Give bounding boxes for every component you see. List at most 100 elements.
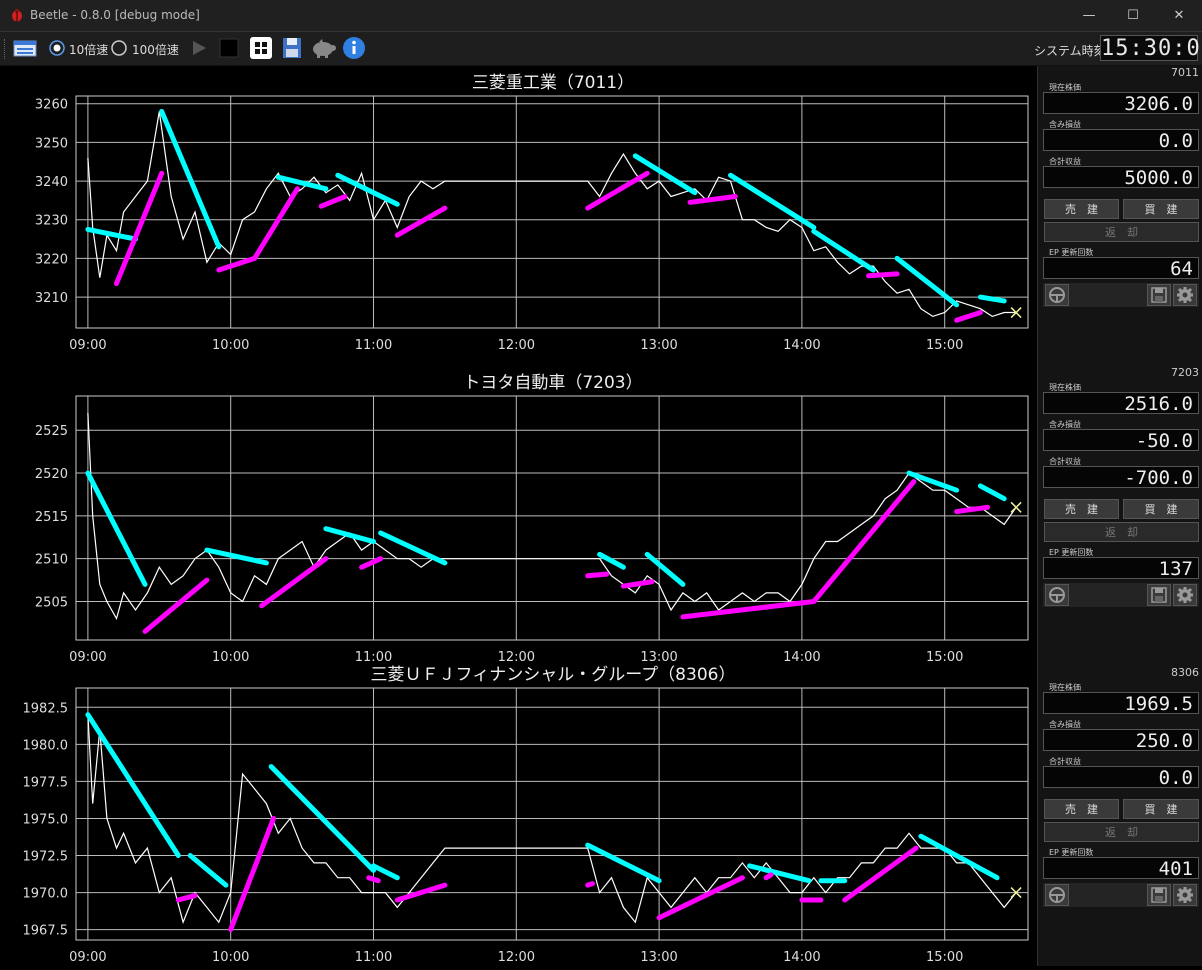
stock-chart: 09:00 10:00 11:00 12:00 13:00 14:00 15:00 2525 2… — [35, 373, 1029, 665]
buy-button[interactable]: 買 建 — [1123, 199, 1199, 219]
y-tick-label: 2515 — [35, 510, 68, 525]
x-tick-label: 11:00 — [355, 950, 392, 965]
unrealized-pnl-display: 250.0 — [1043, 729, 1199, 752]
y-tick-label: 3250 — [35, 136, 68, 151]
maximize-button[interactable]: ☐ — [1110, 0, 1156, 31]
total-profit-display: 5000.0 — [1043, 166, 1199, 189]
save-icon[interactable] — [1147, 584, 1171, 606]
y-tick-label: 3210 — [35, 291, 68, 306]
stock-chart: 09:00 10:00 11:00 12:00 13:00 14:00 15:00 1982.… — [23, 665, 1029, 965]
price-display: 1969.5 — [1043, 692, 1199, 715]
sell-button[interactable]: 売 建 — [1044, 799, 1119, 819]
x-tick-label: 10:00 — [212, 650, 249, 665]
save-icon[interactable] — [281, 36, 303, 60]
y-tick-label: 3240 — [35, 175, 68, 190]
steering-wheel-icon[interactable] — [1045, 884, 1069, 906]
play-icon[interactable] — [188, 36, 210, 60]
x-tick-label: 12:00 — [498, 650, 535, 665]
plot-frame — [75, 95, 1029, 329]
speed-10-label: 10倍速 — [69, 43, 109, 57]
stock-code: 8306 — [1171, 666, 1199, 679]
x-tick-label: 12:00 — [498, 950, 535, 965]
sell-button[interactable]: 売 建 — [1044, 199, 1119, 219]
piggy-bank-icon[interactable] — [310, 36, 338, 60]
grid-icon[interactable] — [249, 36, 273, 60]
repay-button[interactable]: 返 却 — [1044, 822, 1199, 842]
ep-update-count: 401 — [1043, 857, 1199, 880]
y-tick-label: 1977.5 — [23, 775, 69, 790]
buy-button[interactable]: 買 建 — [1123, 499, 1199, 519]
save-icon[interactable] — [1147, 884, 1171, 906]
close-button[interactable]: ✕ — [1156, 0, 1202, 31]
info-icon[interactable] — [342, 36, 366, 60]
price-display: 3206.0 — [1043, 92, 1199, 115]
trend-up-line — [585, 881, 595, 888]
repay-button[interactable]: 返 却 — [1044, 522, 1199, 542]
save-icon[interactable] — [1147, 284, 1171, 306]
total-profit-display: 0.0 — [1043, 766, 1199, 789]
steering-wheel-icon[interactable] — [1045, 284, 1069, 306]
y-tick-label: 3260 — [35, 98, 68, 113]
y-tick-label: 1972.5 — [23, 850, 69, 865]
buy-button[interactable]: 買 建 — [1123, 799, 1199, 819]
x-tick-label: 10:00 — [212, 338, 249, 353]
toolbar: 10倍速 100倍速 システム時刻 15:30:01 — [0, 32, 1202, 66]
speed-100-radio[interactable] — [110, 36, 128, 60]
repay-button[interactable]: 返 却 — [1044, 222, 1199, 242]
stock-code: 7203 — [1171, 366, 1199, 379]
gear-icon[interactable] — [1173, 584, 1197, 606]
ep-update-count: 137 — [1043, 557, 1199, 580]
plot-frame — [75, 687, 1029, 941]
x-tick-label: 14:00 — [783, 338, 820, 353]
x-tick-label: 15:00 — [926, 950, 963, 965]
trend-up-line — [585, 571, 610, 579]
trend-up-line — [763, 872, 774, 881]
stock-panel: 7203 現在株価 2516.0 含み損益 -50.0 合計収益 -700.0 … — [1038, 366, 1202, 626]
x-tick-label: 14:00 — [783, 950, 820, 965]
x-tick-label: 10:00 — [212, 950, 249, 965]
x-tick-label: 12:00 — [498, 338, 535, 353]
y-tick-label: 3220 — [35, 252, 68, 267]
toolbar-grip — [4, 39, 7, 59]
x-tick-label: 13:00 — [640, 950, 677, 965]
y-tick-label: 1967.5 — [23, 924, 69, 939]
x-tick-label: 09:00 — [69, 338, 106, 353]
window-layout-icon[interactable] — [12, 36, 38, 60]
chart-title: 三菱重工業（7011） — [472, 73, 634, 93]
trend-up-line — [866, 271, 900, 279]
x-tick-label: 11:00 — [355, 650, 392, 665]
chart-title: 三菱ＵＦＪフィナンシャル・グループ（8306） — [371, 665, 736, 685]
y-tick-label: 2505 — [35, 595, 68, 610]
stop-icon[interactable] — [218, 36, 240, 60]
unrealized-pnl-display: 0.0 — [1043, 129, 1199, 152]
gear-icon[interactable] — [1173, 284, 1197, 306]
y-tick-label: 1980.0 — [23, 738, 69, 753]
sell-button[interactable]: 売 建 — [1044, 499, 1119, 519]
system-time-display: 15:30:01 — [1100, 35, 1202, 61]
gear-icon[interactable] — [1173, 884, 1197, 906]
steering-wheel-icon[interactable] — [1045, 584, 1069, 606]
title-bar: Beetle - 0.8.0 [debug mode] — ☐ ✕ — [0, 0, 1202, 32]
unrealized-pnl-display: -50.0 — [1043, 429, 1199, 452]
minimize-button[interactable]: — — [1066, 0, 1112, 31]
beetle-icon — [12, 9, 22, 22]
y-tick-label: 1982.5 — [23, 701, 69, 716]
x-tick-label: 15:00 — [926, 650, 963, 665]
trend-up-line — [366, 875, 381, 884]
charts-svg: 09:00 10:00 11:00 12:00 13:00 14:00 15:00 3260 3… — [23, 73, 1029, 965]
stock-chart: 09:00 10:00 11:00 12:00 13:00 14:00 15:00 3260 3… — [35, 73, 1029, 353]
stock-panel: 8306 現在株価 1969.5 含み損益 250.0 合計収益 0.0 売 建… — [1038, 666, 1202, 926]
system-time-label: システム時刻 — [1034, 44, 1106, 58]
speed-10-radio[interactable] — [48, 36, 66, 60]
stock-code: 7011 — [1171, 66, 1199, 79]
charts-area: 09:00 10:00 11:00 12:00 13:00 14:00 15:00 3260 3… — [0, 66, 1036, 966]
price-display: 2516.0 — [1043, 392, 1199, 415]
speed-100-label: 100倍速 — [132, 43, 179, 57]
x-tick-label: 09:00 — [69, 650, 106, 665]
x-tick-label: 09:00 — [69, 950, 106, 965]
side-panel: 7011 現在株価 3206.0 含み損益 0.0 合計収益 5000.0 売 … — [1037, 66, 1202, 966]
window-title: Beetle - 0.8.0 [debug mode] — [30, 8, 200, 22]
y-tick-label: 1970.0 — [23, 887, 69, 902]
y-tick-label: 2520 — [35, 467, 68, 482]
y-tick-label: 2525 — [35, 424, 68, 439]
